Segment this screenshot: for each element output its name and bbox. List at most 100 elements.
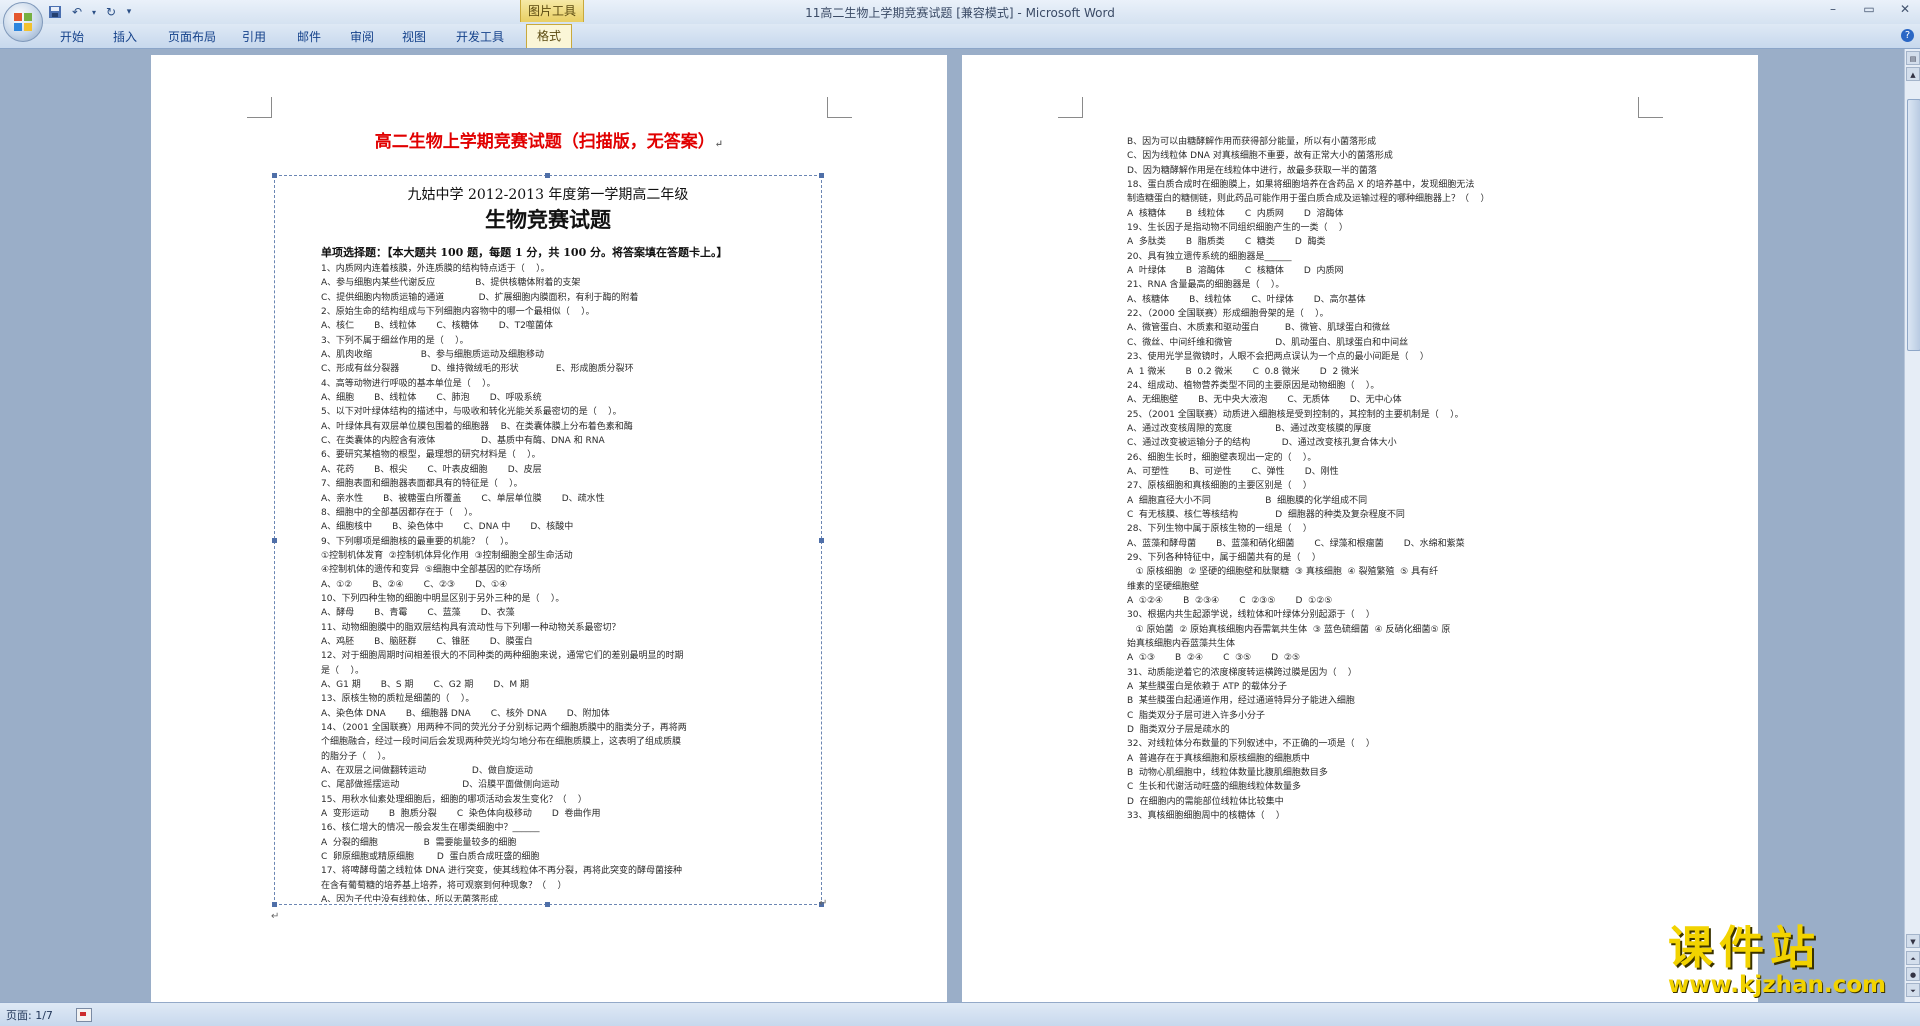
scan-text-line: 4、高等动物进行呼吸的基本单位是（ ）。 (321, 378, 496, 389)
scan-text-line: 8、细胞中的全部基因都存在于（ ）。 (321, 507, 478, 518)
document-workspace: 高二生物上学期竞赛试题（扫描版，无答案）↵ 九姑中学 2012-2013 年度第… (0, 49, 1904, 1002)
picture-tools-context-label: 图片工具 (520, 0, 584, 22)
resize-handle[interactable] (272, 173, 277, 178)
scan-text-line: 9、下列哪项是细胞核的最重要的机能？（ ）。 (321, 536, 514, 547)
scan-text-line: A 分裂的细胞 B 需要能量较多的细胞 (321, 837, 517, 848)
ruler-toggle-icon[interactable]: ▤ (1906, 51, 1920, 65)
scan-text-line: 11、动物细胞膜中的脂双层结构具有流动性与下列哪一种动物关系最密切？ (321, 622, 621, 633)
redo-icon[interactable]: ↻ (102, 3, 120, 21)
scan-text-line: C 卵原细胞或精原细胞 D 蛋白质合成旺盛的细胞 (321, 852, 540, 863)
scan-text-line: 24、组成动、植物营养类型不同的主要原因是动物细胞（ ）。 (1127, 380, 1380, 391)
resize-handle[interactable] (272, 902, 277, 907)
scan-text-line: A、染色体 DNA B、细胞器 DNA C、核外 DNA D、附加体 (321, 708, 610, 719)
scan-text-line: A、亲水性 B、被糖蛋白所覆盖 C、单层单位膜 D、疏水性 (321, 493, 605, 504)
scan-text-line: 始真核细胞内吞蓝藻共生体 (1127, 639, 1236, 650)
scroll-thumb[interactable] (1907, 99, 1920, 351)
select-browse-object-button[interactable]: ● (1906, 967, 1920, 981)
minimize-button[interactable]: – (1822, 2, 1844, 16)
scan-text-line: 5、以下对叶绿体结构的描述中，与吸收和转化光能关系最密切的是（ ）。 (321, 407, 622, 418)
status-bar: 页面: 1/7 (0, 1002, 1920, 1026)
scan-text-line: 33、真核细胞细胞周中的核糖体（ ） (1127, 811, 1285, 822)
resize-handle[interactable] (545, 902, 550, 907)
scan-text-line: 的脂分子（ ）。 (321, 751, 391, 762)
scan-text-line: ④控制机体的遗传和变异 ⑤细胞中全部基因的贮存场所 (321, 565, 541, 576)
paragraph-mark: ↵ (714, 139, 724, 150)
scan-text-line: A、G1 期 B、S 期 C、G2 期 D、M 期 (321, 679, 529, 690)
scan-text-line: 20、具有独立遗传系统的细胞器是______ (1127, 251, 1292, 262)
scan-text-line: A、花药 B、根尖 C、叶表皮细胞 D、皮层 (321, 464, 542, 475)
scan-text-line: A、细胞 B、线粒体 C、肺泡 D、呼吸系统 (321, 393, 542, 404)
scan-text-line: 21、RNA 含量最高的细胞器是（ ）。 (1127, 280, 1285, 291)
scan-text-line: A、酵母 B、青霉 C、蓝藻 D、衣藻 (321, 608, 515, 619)
close-button[interactable]: ✕ (1894, 2, 1916, 16)
scan-text-line: A 叶绿体 B 溶酶体 C 核糖体 D 内质网 (1127, 266, 1344, 277)
tab-format[interactable]: 格式 (526, 24, 573, 48)
scan-text-line: A、因为子代中没有线粒体，所以无菌落形成 (321, 895, 499, 902)
tab-home[interactable]: 开始 (60, 28, 84, 45)
resize-handle[interactable] (819, 538, 824, 543)
scan-text-line: B、因为可以由糖酵解作用而获得部分能量，所以有小菌落形成 (1127, 137, 1377, 147)
scan-text-line: A 变形运动 B 胞质分裂 C 染色体向极移动 D 卷曲作用 (321, 809, 601, 820)
scan-text-line: A 普遍存在于真核细胞和原核细胞的细胞质中 (1127, 753, 1310, 764)
tab-insert[interactable]: 插入 (113, 28, 137, 45)
tab-developer[interactable]: 开发工具 (456, 28, 504, 45)
scan-text-line: 15、用秋水仙素处理细胞后，细胞的哪项活动会发生变化？（ ） (321, 794, 587, 805)
scroll-down-button[interactable]: ▼ (1906, 934, 1920, 948)
scan-text-line: 25、（2001 全国联赛）动质进入细胞核是受到控制的，其控制的主要机制是（ ）… (1127, 409, 1464, 420)
maximize-button[interactable]: ▭ (1858, 2, 1880, 16)
scan-text-line: 18、蛋白质合成时在细胞膜上，如果将细胞培养在含药品 X 的培养基中，发现细胞无… (1127, 180, 1475, 191)
scanned-image[interactable]: 九姑中学 2012-2013 年度第一学期高二年级 生物竞赛试题 单项选择题：【… (272, 173, 824, 907)
scan-text-line: 32、对线粒体分布数量的下列叙述中，不正确的一项是（ ） (1127, 739, 1375, 750)
scan-text-line: C 有无核膜、核仁等核结构 D 细胞器的种类及复杂程度不同 (1127, 509, 1405, 520)
scan-text-line: 制造糖蛋白的糖侧链，则此药品可能作用于蛋白质合成及运输过程的哪种细胞器上？（ ） (1127, 194, 1490, 205)
scan-text-line: 14、（2001 全国联赛）用两种不同的荧光分子分别标记两个细胞质膜中的脂类分子… (321, 723, 687, 733)
help-icon[interactable]: ? (1901, 29, 1914, 42)
page-1[interactable]: 高二生物上学期竞赛试题（扫描版，无答案）↵ 九姑中学 2012-2013 年度第… (151, 55, 947, 1002)
resize-handle[interactable] (272, 538, 277, 543)
scan-text-line: A 1 微米 B 0.2 微米 C 0.8 微米 D 2 微米 (1127, 366, 1360, 377)
scan-text-line: 1、内质网内连着核膜，外连质膜的结构特点适于（ ）。 (321, 264, 550, 274)
scan-text-line: D、因为糖酵解作用是在线粒体中进行，故最多获取一半的菌落 (1127, 165, 1377, 176)
vertical-scrollbar[interactable]: ▤ ▲ ▼ ⏶ ● ⏷ (1904, 49, 1920, 1002)
resize-handle[interactable] (545, 173, 550, 178)
scan-exam-title: 生物竞赛试题 (485, 207, 611, 232)
scan-text-line: 26、细胞生长时，细胞壁表现出一定的（ ）。 (1127, 452, 1317, 463)
scroll-up-button[interactable]: ▲ (1906, 67, 1920, 81)
page-count[interactable]: 页面: 1/7 (6, 1007, 53, 1023)
crop-mark (827, 97, 852, 118)
crop-mark (1058, 97, 1083, 118)
resize-handle[interactable] (819, 173, 824, 178)
scan-text-line: D 在细胞内的需能部位线粒体比较集中 (1127, 796, 1284, 807)
scan-text-line: A、叶绿体具有双层单位膜包围着的细胞器 B、在类囊体膜上分布着色素和酶 (321, 421, 633, 432)
scan-text-line: C、在类囊体的内腔含有液体 D、基质中有酶、DNA 和 RNA (321, 436, 605, 447)
scan-text-line: C、通过改变被运输分子的结构 D、通过改变核孔复合体大小 (1127, 438, 1397, 449)
scan-text-line: A、①② B、②④ C、②③ D、①④ (321, 579, 508, 590)
scan-text-line: 13、原核生物的质粒是细菌的（ ）。 (321, 694, 475, 705)
scan-text-line: A、鸡胚 B、脑胚群 C、锥胚 D、膜蛋白 (321, 636, 533, 647)
scan-text-line: 是（ ）。 (321, 665, 364, 676)
crop-mark (247, 97, 272, 118)
tab-review[interactable]: 审阅 (350, 28, 374, 45)
proofing-status-icon[interactable] (76, 1008, 92, 1022)
tab-page-layout[interactable]: 页面布局 (168, 28, 216, 45)
tab-view[interactable]: 视图 (402, 28, 426, 45)
office-button[interactable] (3, 2, 43, 42)
quick-access-toolbar: ↶ ▾ ↻ ▾ (46, 3, 134, 21)
customize-qat-icon[interactable]: ▾ (124, 3, 134, 21)
next-page-button[interactable]: ⏷ (1906, 983, 1920, 997)
previous-page-button[interactable]: ⏶ (1906, 951, 1920, 965)
tab-references[interactable]: 引用 (242, 28, 266, 45)
scan-text-line: 23、使用光学显微镜时，人眼不会把两点误认为一个点的最小间距是（ ） (1127, 352, 1429, 363)
undo-dropdown-icon[interactable]: ▾ (90, 3, 98, 21)
undo-icon[interactable]: ↶ (68, 3, 86, 21)
tab-mailings[interactable]: 邮件 (297, 28, 321, 45)
save-icon[interactable] (46, 3, 64, 21)
scan-text-line: 31、动质能逆着它的浓度梯度转运横跨过膜是因为（ ） (1127, 667, 1357, 678)
scan-text-line: 个细胞融合，经过一段时间后会发现两种荧光均匀地分布在细胞质膜上，这表明了组成质膜 (321, 737, 682, 748)
scan-text-line: 16、核仁增大的情况一般会发生在哪类细胞中？______ (321, 823, 540, 834)
document-title: 高二生物上学期竞赛试题（扫描版，无答案）↵ (151, 127, 947, 152)
scan-text-line: A、通过改变核周隙的宽度 B、通过改变核膜的厚度 (1127, 423, 1372, 434)
page-2[interactable]: B、因为可以由糖酵解作用而获得部分能量，所以有小菌落形成 C、因为线粒体 DNA … (962, 55, 1758, 1002)
ribbon-tabs: 开始 插入 页面布局 引用 邮件 审阅 视图 开发工具 格式 ? (0, 24, 1920, 49)
scan-text-line: A 某些膜蛋白是依赖于 ATP 的载体分子 (1127, 682, 1287, 693)
